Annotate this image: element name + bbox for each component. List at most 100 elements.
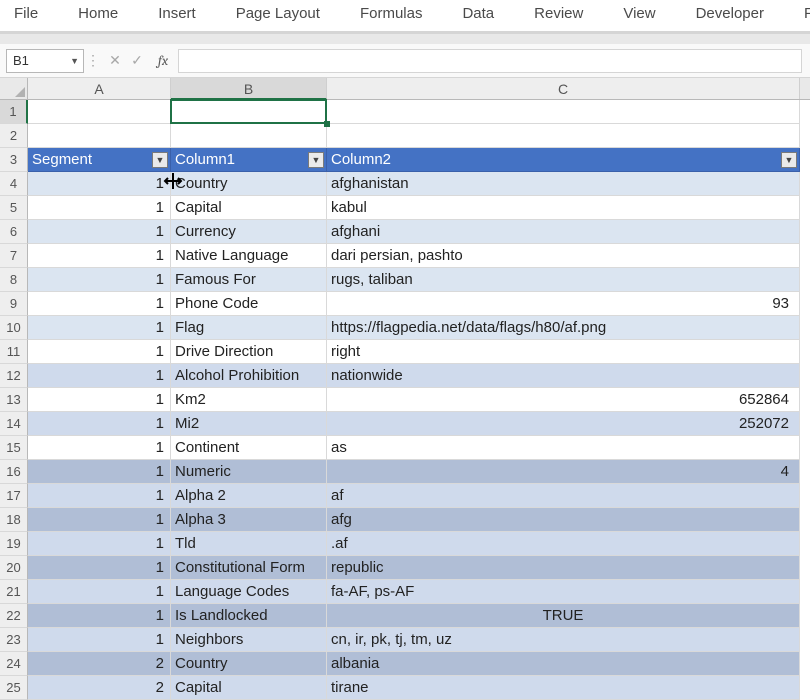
tab-formulas[interactable]: Formulas — [340, 1, 443, 28]
cell-C13[interactable]: 652864 — [327, 388, 800, 412]
cell-A14[interactable]: 1 — [28, 412, 171, 436]
cell-B24[interactable]: Country — [171, 652, 327, 676]
select-all-corner[interactable] — [0, 78, 28, 99]
row-header-14[interactable]: 14 — [0, 412, 28, 436]
cell-A9[interactable]: 1 — [28, 292, 171, 316]
table-header-column1[interactable]: Column1 ▼ — [171, 148, 327, 172]
row-header-19[interactable]: 19 — [0, 532, 28, 556]
col-header-A[interactable]: A — [28, 78, 171, 99]
cell-C2[interactable] — [327, 124, 800, 148]
cell-A5[interactable]: 1 — [28, 196, 171, 220]
cell-B21[interactable]: Language Codes — [171, 580, 327, 604]
table-header-segment[interactable]: Segment ▼ — [28, 148, 171, 172]
cell-A11[interactable]: 1 — [28, 340, 171, 364]
cell-C5[interactable]: kabul — [327, 196, 800, 220]
row-header-10[interactable]: 10 — [0, 316, 28, 340]
cell-A8[interactable]: 1 — [28, 268, 171, 292]
cell-B16[interactable]: Numeric — [171, 460, 327, 484]
tab-view[interactable]: View — [603, 1, 675, 28]
cell-B20[interactable]: Constitutional Form — [171, 556, 327, 580]
cell-C6[interactable]: afghani — [327, 220, 800, 244]
row-header-15[interactable]: 15 — [0, 436, 28, 460]
cell-B22[interactable]: Is Landlocked — [171, 604, 327, 628]
row-header-1[interactable]: 1 — [0, 100, 28, 124]
cell-B5[interactable]: Capital — [171, 196, 327, 220]
row-header-6[interactable]: 6 — [0, 220, 28, 244]
cell-C1[interactable] — [327, 100, 800, 124]
cell-C14[interactable]: 252072 — [327, 412, 800, 436]
cell-C15[interactable]: as — [327, 436, 800, 460]
row-header-12[interactable]: 12 — [0, 364, 28, 388]
cell-C8[interactable]: rugs, taliban — [327, 268, 800, 292]
tab-developer[interactable]: Developer — [676, 1, 784, 28]
row-header-24[interactable]: 24 — [0, 652, 28, 676]
cancel-button[interactable]: ✕ — [104, 50, 126, 72]
tab-review[interactable]: Review — [514, 1, 603, 28]
cell-A13[interactable]: 1 — [28, 388, 171, 412]
cell-C19[interactable]: .af — [327, 532, 800, 556]
cell-A7[interactable]: 1 — [28, 244, 171, 268]
row-header-16[interactable]: 16 — [0, 460, 28, 484]
row-header-7[interactable]: 7 — [0, 244, 28, 268]
filter-button-segment[interactable]: ▼ — [152, 152, 168, 168]
cell-A15[interactable]: 1 — [28, 436, 171, 460]
cell-A23[interactable]: 1 — [28, 628, 171, 652]
cell-A24[interactable]: 2 — [28, 652, 171, 676]
enter-button[interactable]: ✓ — [126, 50, 148, 72]
cell-B25[interactable]: Capital — [171, 676, 327, 700]
cell-B1[interactable] — [171, 100, 327, 124]
tab-data[interactable]: Data — [442, 1, 514, 28]
cell-C18[interactable]: afg — [327, 508, 800, 532]
cell-A12[interactable]: 1 — [28, 364, 171, 388]
cell-A21[interactable]: 1 — [28, 580, 171, 604]
cell-B9[interactable]: Phone Code — [171, 292, 327, 316]
filter-button-column2[interactable]: ▼ — [781, 152, 797, 168]
cell-A1[interactable] — [28, 100, 171, 124]
cell-B15[interactable]: Continent — [171, 436, 327, 460]
cell-A17[interactable]: 1 — [28, 484, 171, 508]
cell-B4[interactable]: Country — [171, 172, 327, 196]
row-header-9[interactable]: 9 — [0, 292, 28, 316]
fx-icon[interactable]: fx — [148, 52, 178, 69]
cell-C12[interactable]: nationwide — [327, 364, 800, 388]
cell-A18[interactable]: 1 — [28, 508, 171, 532]
cell-C16[interactable]: 4 — [327, 460, 800, 484]
cell-C20[interactable]: republic — [327, 556, 800, 580]
tab-insert[interactable]: Insert — [138, 1, 216, 28]
tab-page-layout[interactable]: Page Layout — [216, 1, 340, 28]
name-box-dropdown-icon[interactable]: ▼ — [70, 56, 79, 66]
cell-C10[interactable]: https://flagpedia.net/data/flags/h80/af.… — [327, 316, 800, 340]
cell-A2[interactable] — [28, 124, 171, 148]
cell-B18[interactable]: Alpha 3 — [171, 508, 327, 532]
row-header-23[interactable]: 23 — [0, 628, 28, 652]
cell-A25[interactable]: 2 — [28, 676, 171, 700]
cell-B7[interactable]: Native Language — [171, 244, 327, 268]
row-header-4[interactable]: 4 — [0, 172, 28, 196]
cell-A4[interactable]: 1 — [28, 172, 171, 196]
row-header-2[interactable]: 2 — [0, 124, 28, 148]
cell-A19[interactable]: 1 — [28, 532, 171, 556]
cell-B6[interactable]: Currency — [171, 220, 327, 244]
row-header-22[interactable]: 22 — [0, 604, 28, 628]
cell-B12[interactable]: Alcohol Prohibition — [171, 364, 327, 388]
cell-B19[interactable]: Tld — [171, 532, 327, 556]
cell-B2[interactable] — [171, 124, 327, 148]
table-header-column2[interactable]: Column2 ▼ — [327, 148, 800, 172]
cell-C25[interactable]: tirane — [327, 676, 800, 700]
cell-C21[interactable]: fa-AF, ps-AF — [327, 580, 800, 604]
cell-B14[interactable]: Mi2 — [171, 412, 327, 436]
row-header-25[interactable]: 25 — [0, 676, 28, 700]
cell-A22[interactable]: 1 — [28, 604, 171, 628]
cell-C7[interactable]: dari persian, pashto — [327, 244, 800, 268]
cell-B23[interactable]: Neighbors — [171, 628, 327, 652]
tab-home[interactable]: Home — [58, 1, 138, 28]
cell-C11[interactable]: right — [327, 340, 800, 364]
cell-B11[interactable]: Drive Direction — [171, 340, 327, 364]
cell-C9[interactable]: 93 — [327, 292, 800, 316]
cell-C22[interactable]: TRUE — [327, 604, 800, 628]
tab-file[interactable]: File — [6, 1, 58, 28]
cell-B10[interactable]: Flag — [171, 316, 327, 340]
cell-B17[interactable]: Alpha 2 — [171, 484, 327, 508]
row-header-13[interactable]: 13 — [0, 388, 28, 412]
row-header-17[interactable]: 17 — [0, 484, 28, 508]
